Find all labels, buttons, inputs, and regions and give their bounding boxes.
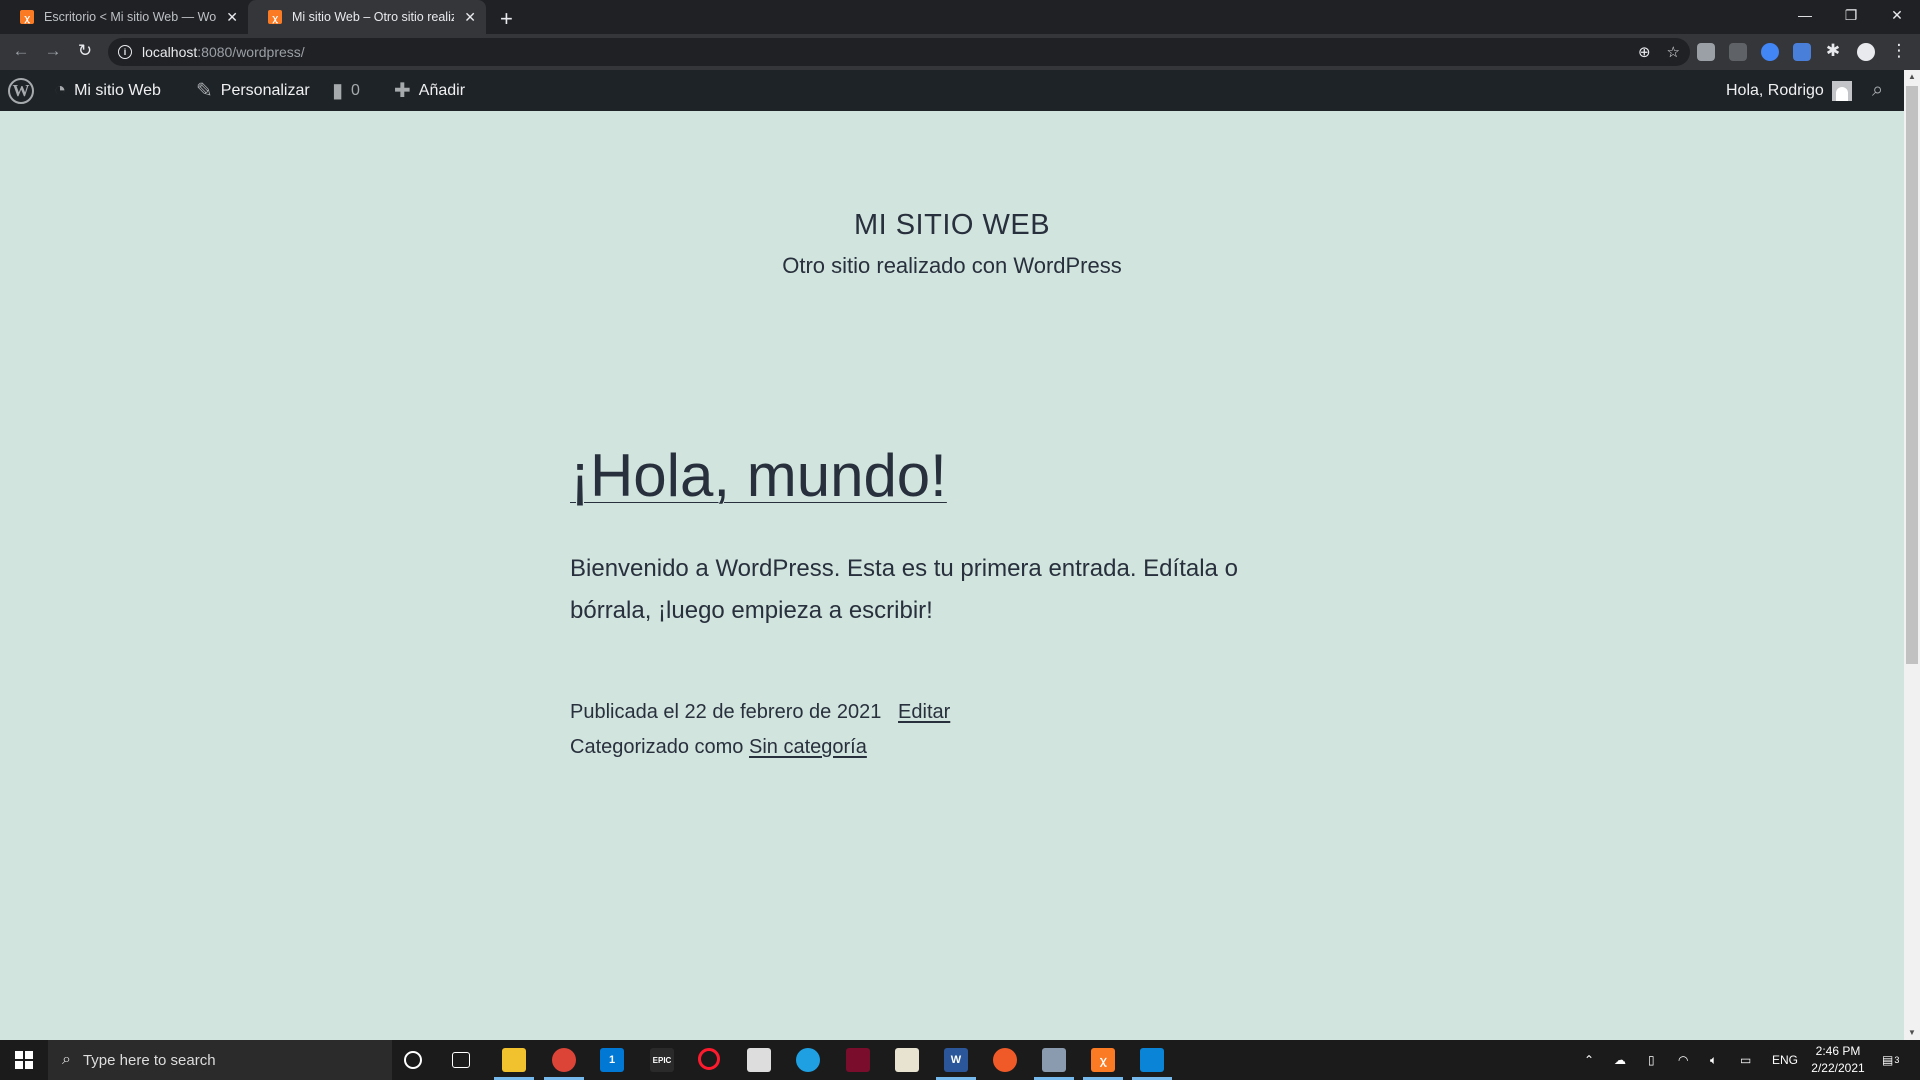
site-name-menu[interactable]: ◔ Mi sitio Web <box>54 70 161 111</box>
windows-taskbar: ⌕ Type here to search 1 EPIC W ꭓ ⌃ ☁ ▯ ◠… <box>0 1040 1920 1080</box>
close-window-icon[interactable]: ✕ <box>1874 0 1920 30</box>
post-title-link[interactable]: ¡Hola, mundo! <box>570 441 947 510</box>
customize-label: Personalizar <box>220 81 310 99</box>
bookmark-star-icon[interactable]: ☆ <box>1667 43 1680 61</box>
site-name-label: Mi sitio Web <box>74 81 161 99</box>
edge-icon[interactable] <box>796 1048 820 1072</box>
file-explorer-icon[interactable] <box>502 1048 526 1072</box>
extension-q-icon[interactable] <box>1761 43 1779 61</box>
page-scrollbar[interactable]: ▲ ▼ <box>1904 70 1920 1040</box>
clock-time: 2:46 PM <box>1815 1044 1861 1058</box>
reload-icon[interactable]: ↻ <box>74 41 96 61</box>
word-icon[interactable]: W <box>944 1048 968 1072</box>
taskbar-clock[interactable]: 2:46 PM 2/22/2021 <box>1800 1043 1876 1077</box>
opera-icon[interactable] <box>698 1048 720 1070</box>
cortana-icon[interactable] <box>404 1051 422 1069</box>
site-title[interactable]: MI SITIO WEB <box>0 209 1904 242</box>
forward-icon[interactable]: → <box>42 41 64 61</box>
epic-games-icon[interactable]: EPIC <box>650 1048 674 1072</box>
search-placeholder: Type here to search <box>82 1051 216 1069</box>
language-indicator[interactable]: ENG <box>1772 1040 1798 1080</box>
post-body: Bienvenido a WordPress. Esta es tu prime… <box>570 555 1238 624</box>
profile-avatar-icon[interactable] <box>1857 43 1875 61</box>
extension-cube-icon[interactable] <box>1697 43 1715 61</box>
notifications-icon[interactable]: ▤ 3 <box>1882 1040 1899 1080</box>
tab-title: Mi sitio Web – Otro sitio realizad <box>292 10 455 24</box>
scroll-down-icon[interactable]: ▼ <box>1904 1026 1920 1040</box>
site-info-icon[interactable]: i <box>118 45 132 59</box>
clock-date: 2/22/2021 <box>1811 1061 1865 1075</box>
comments-count: 0 <box>351 81 360 99</box>
battery-icon[interactable]: ▭ <box>1740 1040 1751 1080</box>
app-photo-icon[interactable] <box>895 1048 919 1072</box>
tab-title: Escritorio < Mi sitio Web — Wor <box>44 10 217 24</box>
notification-count: 3 <box>1894 1055 1900 1065</box>
user-avatar <box>1831 80 1852 101</box>
categorized-label: Categorizado como <box>570 736 744 758</box>
url-text: localhost:8080/wordpress/ <box>142 44 305 60</box>
zoom-icon[interactable]: ⊕ <box>1638 43 1651 61</box>
network-icon[interactable]: ◠ <box>1678 1040 1688 1080</box>
wp-admin-bar: W ◔ Mi sitio Web ✎ Personalizar ▮ 0 ✚ Añ… <box>0 70 1904 111</box>
wp-logo-button[interactable]: W <box>8 70 34 111</box>
xampp-icon[interactable]: ꭓ <box>1091 1048 1115 1072</box>
xampp-favicon-icon: ꭓ <box>20 10 34 24</box>
close-tab-icon[interactable]: ✕ <box>464 9 476 26</box>
customize-button[interactable]: ✎ Personalizar <box>196 70 310 111</box>
address-bar[interactable]: i localhost:8080/wordpress/ ⊕ ☆ <box>108 38 1690 66</box>
add-new-button[interactable]: ✚ Añadir <box>394 70 465 111</box>
tablet-icon[interactable]: ▯ <box>1648 1040 1655 1080</box>
app-orange-icon[interactable] <box>993 1048 1017 1072</box>
minimize-icon[interactable]: — <box>1782 0 1828 30</box>
extensions-puzzle-icon[interactable]: ✱ <box>1822 41 1844 61</box>
wordpress-logo-icon: W <box>8 77 34 104</box>
dashboard-icon: ◔ <box>54 79 67 101</box>
windows-start-icon[interactable] <box>0 1040 48 1080</box>
site-page: MI SITIO WEB Otro sitio realizado con Wo… <box>0 111 1904 1040</box>
admin-search-button[interactable]: ⌕ <box>1872 70 1883 111</box>
search-icon: ⌕ <box>1872 79 1884 101</box>
scroll-thumb[interactable] <box>1906 86 1918 664</box>
tab-escritorio[interactable]: ꭓ Escritorio < Mi sitio Web — Wor ✕ <box>0 0 248 34</box>
plus-icon: ✚ <box>394 80 411 102</box>
post-meta-category: Categorizado como Sin categoría <box>570 736 867 759</box>
my-account-menu[interactable]: Hola, Rodrigo <box>1726 70 1852 111</box>
onedrive-icon[interactable]: ☁ <box>1614 1040 1626 1080</box>
edit-post-link[interactable]: Editar <box>898 701 950 723</box>
comments-button[interactable]: ▮ 0 <box>332 70 360 111</box>
greeting-label: Hola, Rodrigo <box>1726 81 1824 99</box>
volume-icon[interactable]: 🔈︎ <box>1710 1040 1717 1080</box>
close-tab-icon[interactable]: ✕ <box>226 9 238 26</box>
back-icon[interactable]: ← <box>10 41 32 61</box>
comment-bubble-icon: ▮ <box>332 80 344 102</box>
show-hidden-icons[interactable]: ⌃ <box>1584 1040 1594 1080</box>
translate-extension-icon[interactable] <box>1793 43 1811 61</box>
brush-icon: ✎ <box>196 80 213 102</box>
search-icon: ⌕ <box>62 1051 71 1068</box>
xampp-favicon-icon: ꭓ <box>268 10 282 24</box>
restore-icon[interactable]: ❐ <box>1828 0 1874 30</box>
category-link[interactable]: Sin categoría <box>749 736 867 758</box>
browser-toolbar: ← → ↻ i localhost:8080/wordpress/ ⊕ ☆ ✱ … <box>0 34 1920 70</box>
browser-tabstrip: ꭓ Escritorio < Mi sitio Web — Wor ✕ ꭓ Mi… <box>0 0 1920 34</box>
mail-icon[interactable]: 1 <box>600 1048 624 1072</box>
site-description: Otro sitio realizado con WordPress <box>782 253 1122 278</box>
app-gray-icon[interactable] <box>1042 1048 1066 1072</box>
add-new-label: Añadir <box>418 81 466 99</box>
app-red-icon[interactable] <box>846 1048 870 1072</box>
microsoft-store-icon[interactable] <box>747 1048 771 1072</box>
published-date: Publicada el 22 de febrero de 2021 <box>570 701 882 723</box>
extension-toggle-icon[interactable] <box>1729 43 1747 61</box>
task-view-icon[interactable] <box>452 1052 470 1068</box>
post-meta-published: Publicada el 22 de febrero de 2021 Edita… <box>570 701 950 724</box>
chrome-icon[interactable] <box>552 1048 576 1072</box>
taskbar-search-box[interactable]: ⌕ Type here to search <box>48 1040 392 1080</box>
new-tab-button[interactable]: + <box>500 6 513 32</box>
scroll-up-icon[interactable]: ▲ <box>1904 70 1920 84</box>
browser-menu-icon[interactable]: ⋮ <box>1888 41 1910 61</box>
photos-icon[interactable] <box>1140 1048 1164 1072</box>
mail-badge: 1 <box>608 1054 616 1066</box>
tab-mi-sitio-web[interactable]: ꭓ Mi sitio Web – Otro sitio realizad ✕ <box>248 0 486 34</box>
